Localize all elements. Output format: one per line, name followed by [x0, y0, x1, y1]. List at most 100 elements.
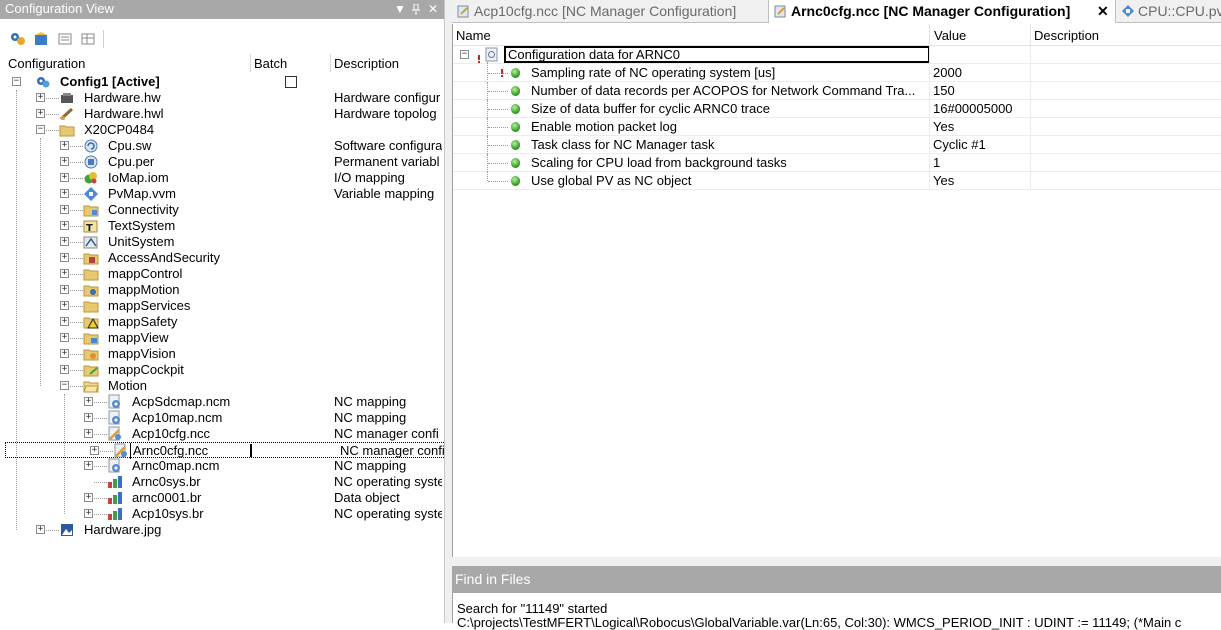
root-label[interactable]: Configuration data for ARNC0 [504, 46, 930, 63]
tree-item[interactable]: + mappMotion [0, 282, 444, 298]
tree-item[interactable]: + AcpSdcmap.ncm NC mapping [0, 394, 444, 410]
param-value[interactable]: Yes [933, 119, 954, 134]
tree-item[interactable]: + PvMap.vvm Variable mapping [0, 186, 444, 202]
tree-item[interactable]: − X20CP0484 [0, 122, 444, 138]
tree-item[interactable]: + mappCockpit [0, 362, 444, 378]
tree-item-label[interactable]: Arnc0cfg.ncc [130, 443, 208, 459]
config-param-row[interactable]: Sampling rate of NC operating system [us… [453, 62, 1221, 82]
tree-item-label[interactable]: PvMap.vvm [108, 186, 176, 202]
config-root-row[interactable]: − Configuration data for ARNC0 [453, 46, 1221, 64]
column-name[interactable]: Name [456, 28, 491, 43]
tree-item[interactable]: + T TextSystem [0, 218, 444, 234]
tree-item[interactable]: + Connectivity [0, 202, 444, 218]
column-batch[interactable]: Batch [254, 56, 287, 71]
tree-item-label[interactable]: arnc0001.br [132, 490, 201, 506]
param-value[interactable]: 2000 [933, 65, 962, 80]
column-value[interactable]: Value [934, 28, 966, 43]
batch-checkbox[interactable] [285, 76, 297, 88]
tab-arnc0cfg[interactable]: Arnc0cfg.ncc [NC Manager Configuration] … [768, 0, 1116, 23]
collapse-icon[interactable]: − [60, 381, 69, 390]
collapse-icon[interactable]: − [460, 50, 469, 59]
expand-icon[interactable]: + [60, 333, 69, 342]
expand-icon[interactable]: + [60, 141, 69, 150]
expand-icon[interactable]: + [90, 446, 99, 455]
expand-icon[interactable]: + [60, 253, 69, 262]
tree-item-label[interactable]: Arnc0map.ncm [132, 458, 219, 474]
expand-icon[interactable]: + [84, 413, 93, 422]
tree-item[interactable]: + Acp10sys.br NC operating syste [0, 506, 444, 522]
param-value[interactable]: 16#00005000 [933, 101, 1013, 116]
expand-icon[interactable]: + [60, 189, 69, 198]
tree-item[interactable]: + UnitSystem [0, 234, 444, 250]
close-icon[interactable]: ✕ [428, 0, 438, 18]
collapse-icon[interactable]: − [12, 77, 21, 86]
expand-icon[interactable]: + [60, 349, 69, 358]
collapse-icon[interactable]: − [36, 125, 45, 134]
tree-item-label[interactable]: mappMotion [108, 282, 180, 298]
expand-icon[interactable]: + [60, 301, 69, 310]
config-param-row[interactable]: Enable motion packet log Yes [453, 118, 1221, 136]
config-param-row[interactable]: Task class for NC Manager task Cyclic #1 [453, 136, 1221, 154]
tree-item-label[interactable]: mappControl [108, 266, 182, 282]
tree-item[interactable]: + mappControl [0, 266, 444, 282]
package-icon[interactable] [33, 31, 49, 47]
param-value[interactable]: 150 [933, 83, 955, 98]
tree-item-label[interactable]: Motion [108, 378, 147, 394]
find-output[interactable]: Search for "11149" started C:\projects\T… [452, 593, 1221, 630]
tree-item[interactable]: + Hardware.jpg [0, 522, 444, 538]
expand-icon[interactable]: + [60, 285, 69, 294]
tree-item[interactable]: + mappView [0, 330, 444, 346]
expand-icon[interactable]: + [60, 237, 69, 246]
expand-icon[interactable]: + [60, 205, 69, 214]
table-view-icon[interactable] [80, 31, 96, 47]
tree-item-label[interactable]: X20CP0484 [84, 122, 154, 138]
tab-cpu-pvm[interactable]: CPU::CPU.pvm [1116, 0, 1221, 23]
param-value[interactable]: Yes [933, 173, 954, 188]
expand-icon[interactable]: + [84, 509, 93, 518]
tab-acp10cfg[interactable]: Acp10cfg.ncc [NC Manager Configuration] [452, 0, 768, 23]
tree-item-label[interactable]: AccessAndSecurity [108, 250, 220, 266]
expand-icon[interactable]: + [84, 397, 93, 406]
tree-item-label[interactable]: Connectivity [108, 202, 179, 218]
expand-icon[interactable]: + [84, 461, 93, 470]
column-description[interactable]: Description [334, 56, 399, 71]
tree-item-label[interactable]: Hardware.hwl [84, 106, 163, 122]
tree-item-label[interactable]: Cpu.sw [108, 138, 151, 154]
tree-item[interactable]: + mappSafety [0, 314, 444, 330]
column-description[interactable]: Description [1034, 28, 1099, 43]
expand-icon[interactable]: + [36, 525, 45, 534]
panel-splitter[interactable] [444, 0, 452, 623]
tree-item-label[interactable]: Hardware.jpg [84, 522, 161, 538]
tree-item[interactable]: Arnc0sys.br NC operating syste [0, 474, 444, 490]
config-param-row[interactable]: Number of data records per ACOPOS for Ne… [453, 82, 1221, 100]
tree-item-label[interactable]: mappSafety [108, 314, 177, 330]
tree-item[interactable]: + IoMap.iom I/O mapping [0, 170, 444, 186]
config-param-row[interactable]: Scaling for CPU load from background tas… [453, 154, 1221, 172]
tree-item-label[interactable]: Arnc0sys.br [132, 474, 201, 490]
pin-icon[interactable] [411, 0, 421, 21]
tree-item[interactable]: + Arnc0cfg.ncc NC manager confi [5, 442, 444, 459]
tree-item[interactable]: + Arnc0map.ncm NC mapping [0, 458, 444, 474]
expand-icon[interactable]: + [84, 493, 93, 502]
tree-item[interactable]: + Hardware.hwl Hardware topolog [0, 106, 444, 122]
tree-item-label[interactable]: TextSystem [108, 218, 175, 234]
tree-item-label[interactable]: mappVision [108, 346, 176, 362]
tree-item[interactable]: + arnc0001.br Data object [0, 490, 444, 506]
tree-item-label[interactable]: Acp10map.ncm [132, 410, 222, 426]
tree-item[interactable]: + Acp10map.ncm NC mapping [0, 410, 444, 426]
tree-item[interactable]: + AccessAndSecurity [0, 250, 444, 266]
tree-item[interactable]: + mappVision [0, 346, 444, 362]
tree-item-label[interactable]: IoMap.iom [108, 170, 169, 186]
expand-icon[interactable]: + [84, 429, 93, 438]
tree-item-label[interactable]: mappServices [108, 298, 190, 314]
tree-item-label[interactable]: Cpu.per [108, 154, 154, 170]
tree-item[interactable]: + mappServices [0, 298, 444, 314]
dropdown-icon[interactable]: ▼ [394, 0, 406, 18]
tree-item[interactable]: − Motion [0, 378, 444, 394]
expand-icon[interactable]: + [36, 109, 45, 118]
expand-icon[interactable]: + [36, 93, 45, 102]
expand-icon[interactable]: + [60, 269, 69, 278]
tree-item-label[interactable]: mappView [108, 330, 168, 346]
tree-item[interactable]: + Cpu.sw Software configura [0, 138, 444, 154]
column-configuration[interactable]: Configuration [8, 56, 85, 71]
